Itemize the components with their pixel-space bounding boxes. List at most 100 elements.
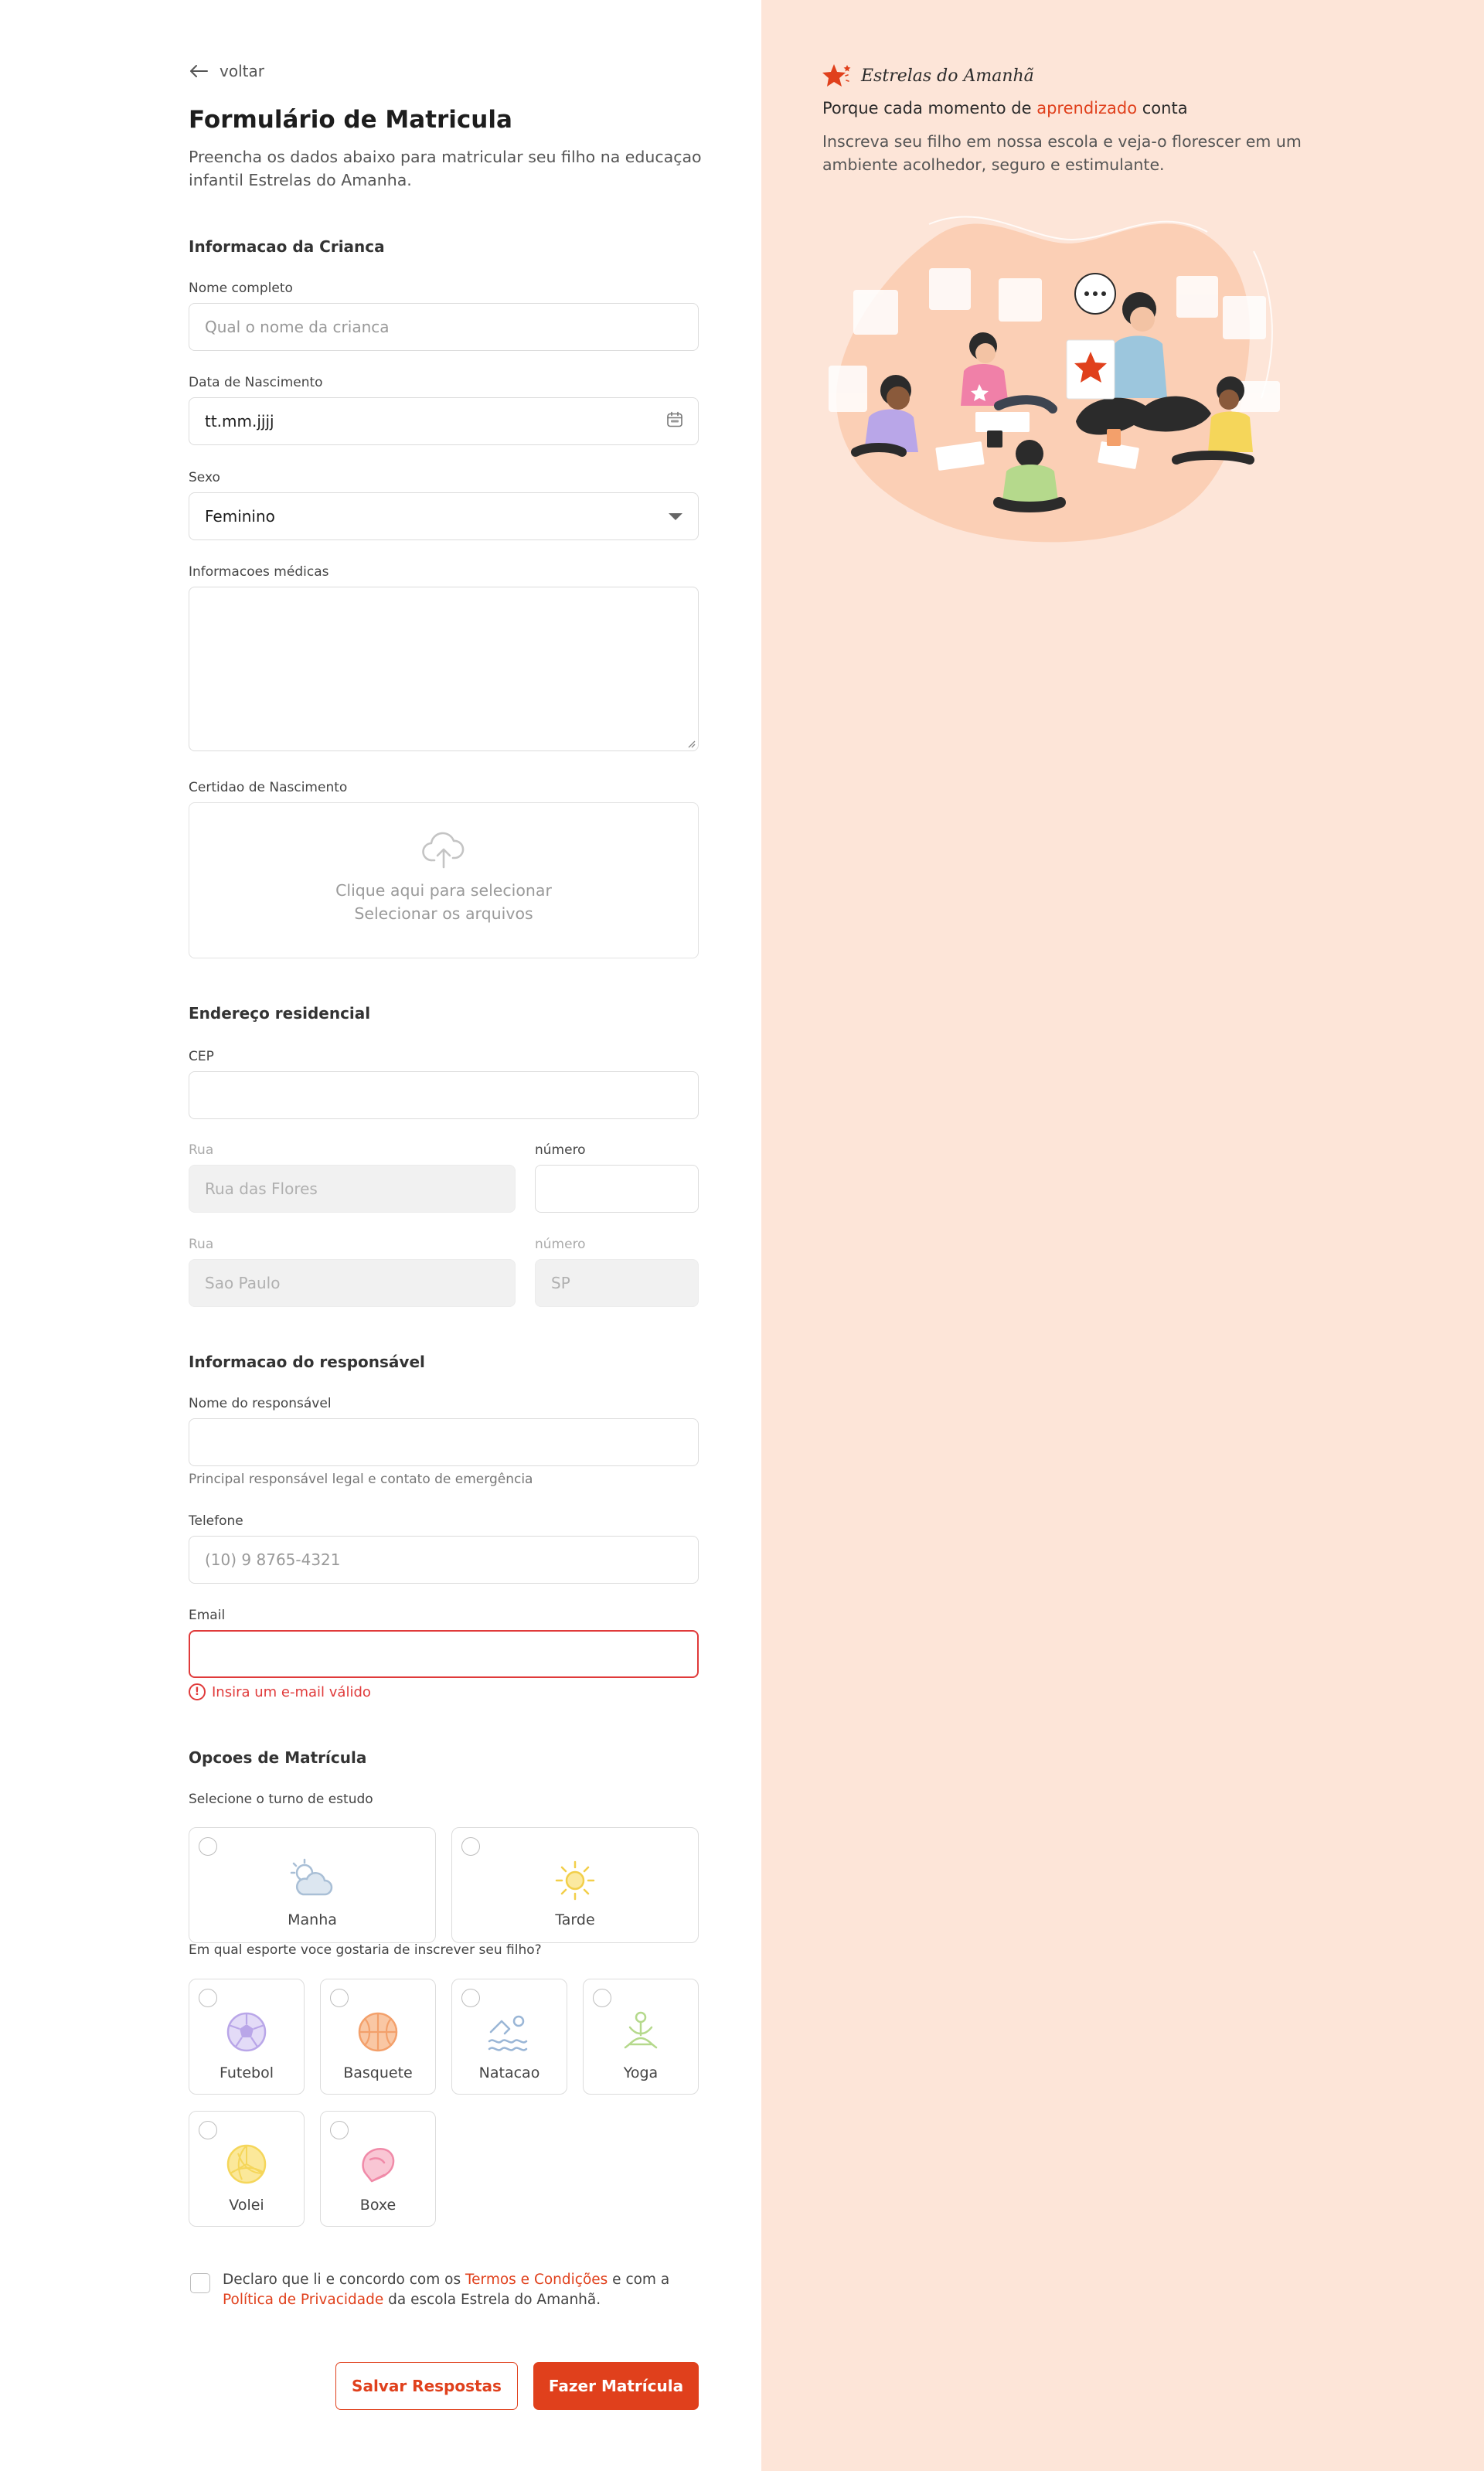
medical-info-label: Informacoes médicas	[189, 564, 329, 580]
birth-date-label: Data de Nascimento	[189, 375, 323, 390]
child-section-title: Informacao da Crianca	[189, 237, 385, 256]
sport-radio[interactable]	[199, 1989, 217, 2007]
email-error-text: Insira um e-mail válido	[212, 1683, 371, 1700]
phone-input[interactable]: (10) 9 8765-4321	[189, 1536, 699, 1584]
sport-radio[interactable]	[593, 1989, 611, 2007]
shift-option-tarde[interactable]: Tarde	[451, 1827, 699, 1943]
cep-input[interactable]	[189, 1071, 699, 1119]
street-label: Rua	[189, 1142, 214, 1158]
tagline: Porque cada momento de aprendizado conta	[822, 99, 1188, 117]
number-input[interactable]	[535, 1165, 699, 1213]
street-input: Rua das Flores	[189, 1165, 516, 1213]
terms-link[interactable]: Termos e Condições	[465, 2272, 608, 2288]
email-input[interactable]	[189, 1630, 699, 1678]
terms-text-3: da escola Estrela do Amanhã.	[383, 2292, 601, 2308]
guardian-section-title: Informacao do responsável	[189, 1353, 425, 1371]
sport-label-boxe: Boxe	[359, 2197, 397, 2214]
street-placeholder: Rua das Flores	[205, 1179, 318, 1198]
sport-radio[interactable]	[330, 2121, 349, 2139]
page-title: Formulário de Matricula	[189, 106, 512, 134]
boxing-glove-icon	[362, 2148, 395, 2183]
sport-label-yoga: Yoga	[623, 2064, 659, 2081]
terms-text: Declaro que li e concordo com os Termos …	[223, 2270, 702, 2310]
star-logo-icon	[822, 64, 851, 87]
state-input: SP	[535, 1259, 699, 1307]
tagline-pre: Porque cada momento de	[822, 99, 1037, 117]
swimmer-icon	[488, 2015, 528, 2051]
shift-radio[interactable]	[199, 1837, 217, 1856]
tagline-highlight: aprendizado	[1036, 99, 1138, 117]
terms-checkbox[interactable]	[190, 2273, 210, 2293]
sport-option-futebol[interactable]: Futebol	[189, 1979, 305, 2095]
birth-date-input[interactable]: tt.mm.jjjj	[189, 397, 699, 445]
state-label: número	[535, 1237, 586, 1252]
sport-option-natacao[interactable]: Natacao	[451, 1979, 567, 2095]
form-panel: voltar Formulário de Matricula Preencha …	[0, 0, 761, 2471]
sport-option-yoga[interactable]: Yoga	[583, 1979, 699, 2095]
sport-option-volei[interactable]: Volei	[189, 2111, 305, 2227]
privacy-link[interactable]: Política de Privacidade	[223, 2292, 383, 2308]
terms-text-2: e com a	[608, 2272, 670, 2288]
address-section-title: Endereço residencial	[189, 1004, 371, 1023]
guardian-name-input[interactable]	[189, 1418, 699, 1466]
resize-handle-icon[interactable]	[686, 739, 696, 748]
city-placeholder: Sao Paulo	[205, 1274, 281, 1292]
child-name-input[interactable]: Qual o nome da crianca	[189, 303, 699, 351]
soccer-ball-icon	[226, 2012, 267, 2052]
brand: Estrelas do Amanhã	[822, 62, 1034, 90]
certificate-upload-dropzone[interactable]: Clique aqui para selecionar Selecionar o…	[189, 802, 699, 958]
cloud-sun-icon	[290, 1858, 333, 1896]
upload-line-2: Selecionar os arquivos	[354, 904, 533, 923]
email-error-message: ! Insira um e-mail válido	[189, 1683, 371, 1700]
sport-option-basquete[interactable]: Basquete	[320, 1979, 436, 2095]
save-button[interactable]: Salvar Respostas	[335, 2362, 518, 2410]
medical-info-textarea[interactable]	[189, 587, 699, 751]
sport-radio[interactable]	[330, 1989, 349, 2007]
calendar-icon[interactable]	[665, 410, 684, 433]
city-label: Rua	[189, 1237, 214, 1252]
yoga-icon	[624, 2011, 658, 2049]
basketball-icon	[358, 2012, 398, 2052]
sport-label-natacao: Natacao	[478, 2064, 540, 2081]
guardian-name-helper: Principal responsável legal e contato de…	[189, 1472, 533, 1487]
child-name-label: Nome completo	[189, 281, 293, 296]
sex-select[interactable]: Feminino	[189, 492, 699, 540]
phone-label: Telefone	[189, 1513, 243, 1529]
shift-label-manha: Manha	[288, 1911, 337, 1928]
sport-radio[interactable]	[461, 1989, 480, 2007]
volleyball-icon	[226, 2144, 267, 2184]
state-placeholder: SP	[551, 1274, 570, 1292]
sex-label: Sexo	[189, 470, 220, 485]
birth-date-value: tt.mm.jjjj	[205, 412, 274, 431]
arrow-left-icon	[190, 65, 208, 77]
back-label: voltar	[220, 62, 264, 80]
terms-text-1: Declaro que li e concordo com os	[223, 2272, 465, 2288]
sports-label: Em qual esporte voce gostaria de inscrev…	[189, 1942, 542, 1958]
shift-label: Selecione o turno de estudo	[189, 1792, 373, 1807]
shift-label-tarde: Tarde	[555, 1911, 595, 1928]
cep-label: CEP	[189, 1049, 214, 1064]
shift-option-manha[interactable]: Manha	[189, 1827, 436, 1943]
guardian-name-label: Nome do responsável	[189, 1396, 332, 1411]
sun-icon	[555, 1860, 595, 1901]
child-name-placeholder: Qual o nome da crianca	[205, 318, 390, 336]
sport-label-basquete: Basquete	[343, 2064, 413, 2081]
tagline-post: conta	[1137, 99, 1188, 117]
email-label: Email	[189, 1608, 226, 1623]
chevron-down-icon	[667, 507, 684, 526]
cloud-upload-icon	[422, 832, 465, 869]
alert-circle-icon: !	[189, 1683, 206, 1700]
shift-radio[interactable]	[461, 1837, 480, 1856]
upload-line-1: Clique aqui para selecionar	[335, 881, 552, 900]
number-label: número	[535, 1142, 586, 1158]
sport-radio[interactable]	[199, 2121, 217, 2139]
back-link[interactable]: voltar	[189, 62, 264, 80]
city-input: Sao Paulo	[189, 1259, 516, 1307]
submit-button[interactable]: Fazer Matrícula	[533, 2362, 699, 2410]
sport-label-volei: Volei	[229, 2197, 264, 2214]
phone-placeholder: (10) 9 8765-4321	[205, 1550, 341, 1569]
sport-option-boxe[interactable]: Boxe	[320, 2111, 436, 2227]
sport-label-futebol: Futebol	[219, 2064, 274, 2081]
brand-name: Estrelas do Amanhã	[861, 66, 1034, 86]
certificate-label: Certidao de Nascimento	[189, 780, 348, 795]
